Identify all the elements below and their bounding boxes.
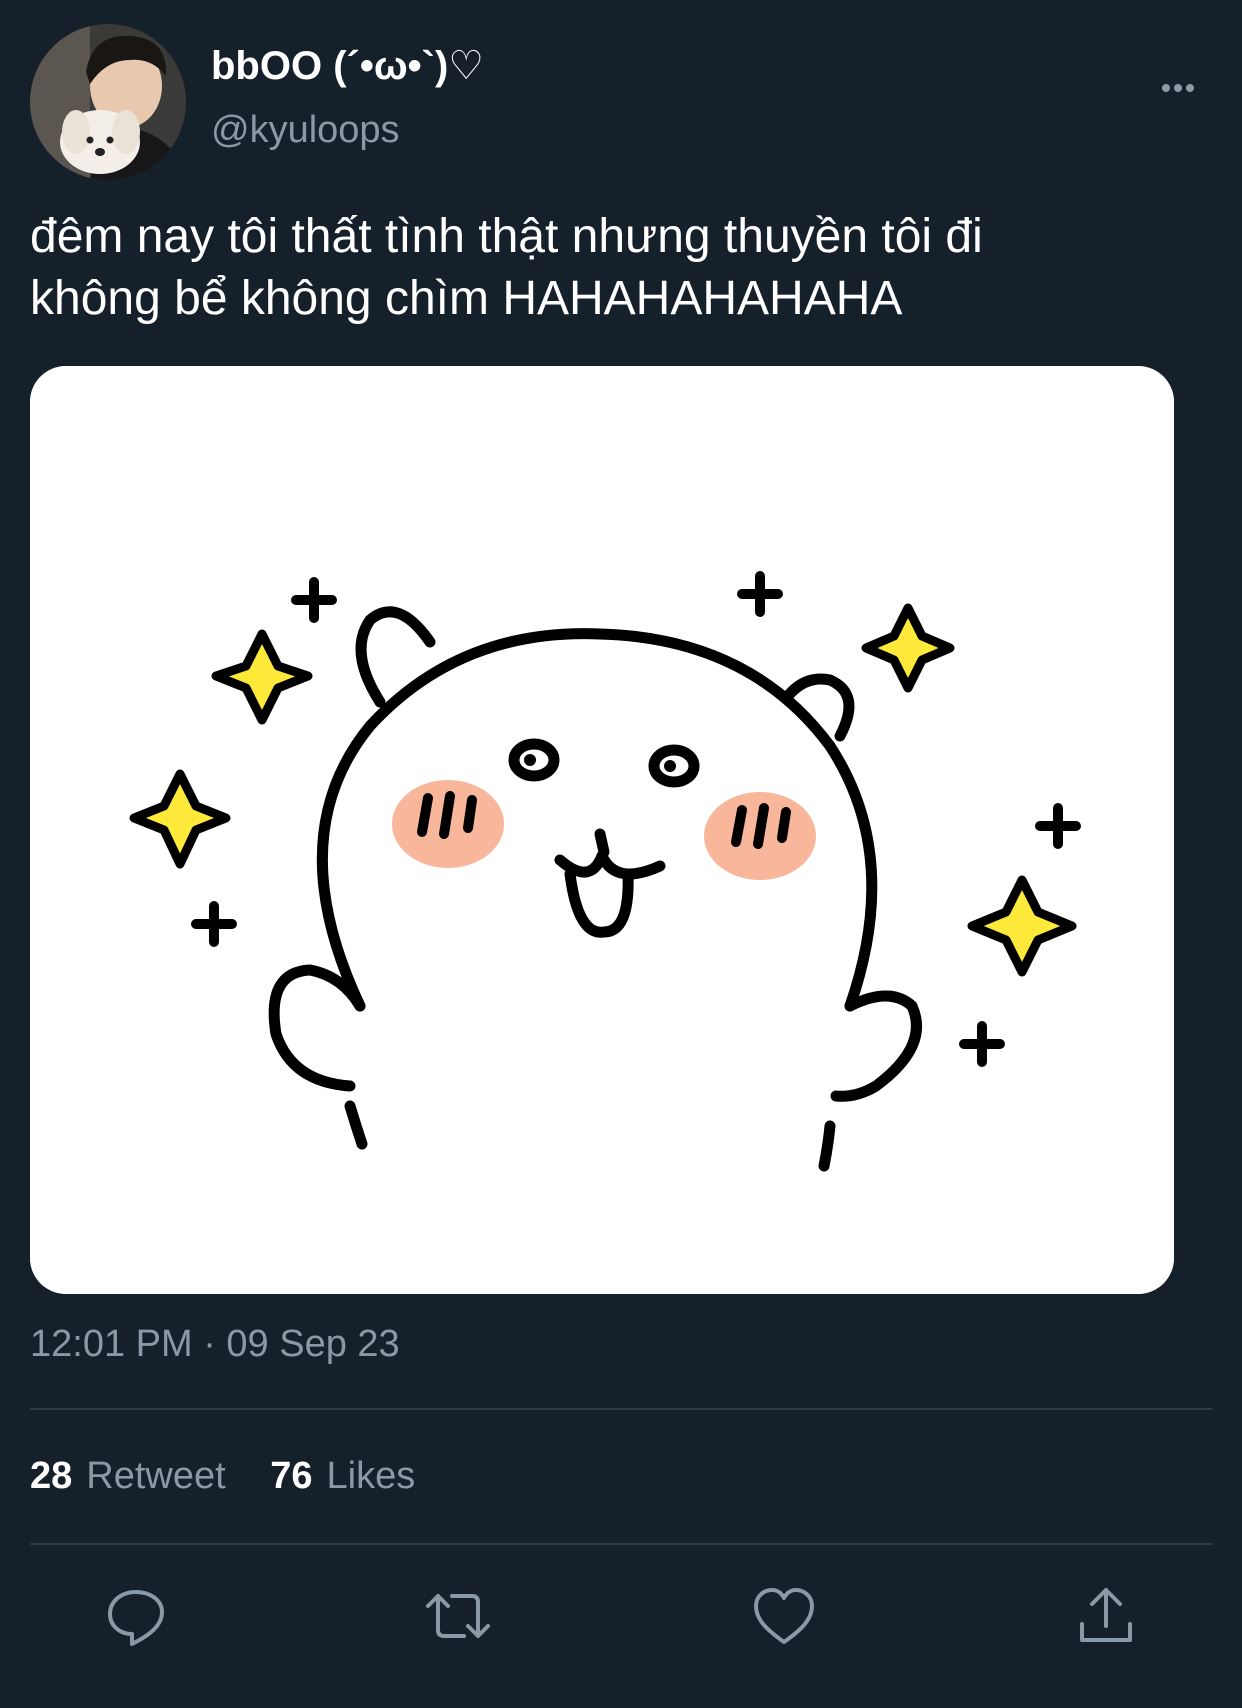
divider-bottom bbox=[30, 1543, 1212, 1545]
tweet-timestamp[interactable]: 12:01 PM · 09 Sep 23 bbox=[30, 1322, 400, 1366]
tweet-header: bbOO (´•ω•`)♡ @kyuloops bbox=[30, 24, 1212, 180]
reply-icon bbox=[108, 1590, 164, 1646]
display-name[interactable]: bbOO (´•ω•`)♡ bbox=[211, 42, 484, 90]
more-options-button[interactable] bbox=[1148, 68, 1212, 108]
user-handle[interactable]: @kyuloops bbox=[211, 108, 484, 152]
retweet-count: 28 bbox=[30, 1455, 73, 1497]
tweet-media-image[interactable] bbox=[30, 366, 1174, 1294]
author-names: bbOO (´•ω•`)♡ @kyuloops bbox=[211, 42, 484, 152]
tweet-text: đêm nay tôi thất tình thật nhưng thuyền … bbox=[30, 206, 1210, 330]
like-button[interactable] bbox=[748, 1580, 820, 1652]
divider-top bbox=[30, 1408, 1212, 1410]
tweet-action-bar bbox=[0, 1580, 1242, 1652]
retweet-stat[interactable]: 28 Retweet bbox=[30, 1452, 226, 1500]
sticker-illustration bbox=[30, 366, 1174, 1294]
retweet-label: Retweet bbox=[86, 1455, 226, 1497]
retweet-button[interactable] bbox=[422, 1580, 494, 1652]
tweet-stats: 28 Retweet 76 Likes bbox=[30, 1452, 449, 1500]
avatar[interactable] bbox=[30, 24, 186, 180]
tweet-text-line-1: đêm nay tôi thất tình thật nhưng thuyền … bbox=[30, 210, 983, 263]
tweet-text-line-2: không bể không chìm HAHAHAHAHAHA bbox=[30, 272, 903, 325]
retweet-icon bbox=[426, 1594, 490, 1638]
likes-count: 76 bbox=[270, 1455, 313, 1497]
reply-button[interactable] bbox=[100, 1580, 172, 1652]
heart-icon bbox=[754, 1588, 814, 1644]
more-icon bbox=[1162, 84, 1194, 92]
share-icon bbox=[1080, 1588, 1132, 1642]
likes-label: Likes bbox=[326, 1455, 416, 1497]
likes-stat[interactable]: 76 Likes bbox=[270, 1452, 415, 1500]
share-button[interactable] bbox=[1070, 1580, 1142, 1652]
